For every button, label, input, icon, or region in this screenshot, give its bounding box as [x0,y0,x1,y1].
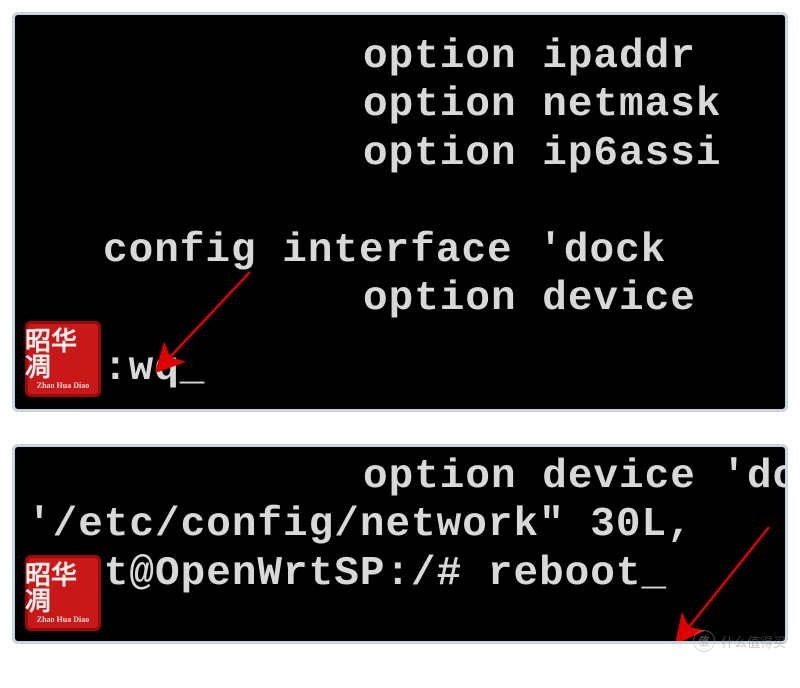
config-line-ipaddr: option ipaddr [15,33,785,81]
vi-command-wq[interactable]: :wq_ [15,345,785,393]
seal-text: 昭华凋 [25,563,101,615]
config-line-interface: config interface 'dock [15,227,785,275]
seal-pinyin: Zhao Hua Diao [37,616,89,624]
shell-prompt-reboot[interactable]: root@OpenWrtSP:/# reboot_ [15,550,785,598]
config-line-ip6assign: option ip6assi [15,130,785,178]
config-line-netmask: option netmask [15,81,785,129]
watermark-icon: 值 [693,630,715,652]
seal-stamp-icon: 昭华凋 Zhao Hua Diao [25,321,101,397]
config-line-device-2: option device 'doc [15,453,785,501]
site-watermark: 值 什么值得买 [693,630,786,652]
blank-line [15,178,785,226]
config-line-device: option device [15,275,785,323]
vi-file-status: '/etc/config/network" 30L, [15,501,785,549]
terminal-panel-top: option ipaddr option netmask option ip6a… [12,12,788,412]
seal-text: 昭华凋 [25,329,101,381]
terminal-panel-bottom: option device 'doc '/etc/config/network"… [12,444,788,644]
watermark-text: 什么值得买 [721,632,786,651]
seal-pinyin: Zhao Hua Diao [37,382,89,390]
seal-stamp-icon: 昭华凋 Zhao Hua Diao [25,555,101,631]
